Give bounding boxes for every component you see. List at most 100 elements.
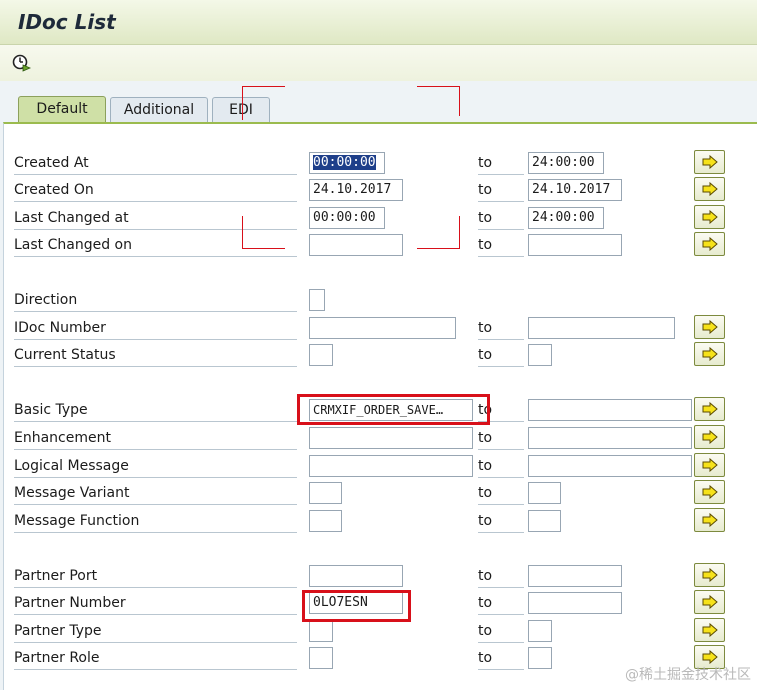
watermark: @稀土掘金技术社区 [625, 667, 751, 683]
yellow-arrow-icon [702, 430, 718, 444]
title-bar: IDoc List [0, 0, 757, 45]
to-label: to [478, 510, 524, 533]
basic-type-to-input[interactable] [528, 399, 692, 421]
yellow-arrow-icon [702, 513, 718, 527]
multiple-selection-arrow-icon[interactable] [694, 480, 725, 504]
multiple-selection-arrow-icon[interactable] [694, 508, 725, 532]
selection-bracket [242, 86, 285, 87]
partner-type-to-input[interactable] [528, 620, 552, 642]
to-label: to [478, 455, 524, 478]
to-label: to [478, 427, 524, 450]
to-label: to [478, 179, 524, 202]
application-toolbar [0, 45, 757, 81]
yellow-arrow-icon [702, 402, 718, 416]
label-direction: Direction [14, 289, 297, 312]
label-created-on: Created On [14, 179, 297, 202]
yellow-arrow-icon [702, 568, 718, 582]
multiple-selection-arrow-icon[interactable] [694, 205, 725, 229]
message-variant-from-input[interactable] [309, 482, 342, 504]
partner-type-from-input[interactable] [309, 620, 333, 642]
partner-port-to-input[interactable] [528, 565, 622, 587]
current-status-to-input[interactable] [528, 344, 552, 366]
yellow-arrow-icon [702, 155, 718, 169]
to-label: to [478, 565, 524, 588]
multiple-selection-arrow-icon[interactable] [694, 618, 725, 642]
label-partner-port: Partner Port [14, 565, 297, 588]
enhancement-to-input[interactable] [528, 427, 692, 449]
idoc-number-to-input[interactable] [528, 317, 675, 339]
multiple-selection-arrow-icon[interactable] [694, 342, 725, 366]
created-on-to-input[interactable]: 24.10.2017 [528, 179, 622, 201]
to-label: to [478, 152, 524, 175]
created-at-to-input[interactable]: 24:00:00 [528, 152, 604, 174]
created-on-from-input[interactable]: 24.10.2017 [309, 179, 403, 201]
partner-number-from-input[interactable]: 0LO7ESN [309, 592, 403, 614]
current-status-from-input[interactable] [309, 344, 333, 366]
multiple-selection-arrow-icon[interactable] [694, 453, 725, 477]
yellow-arrow-icon [702, 347, 718, 361]
direction-input[interactable] [309, 289, 325, 311]
multiple-selection-arrow-icon[interactable] [694, 425, 725, 449]
label-partner-role: Partner Role [14, 647, 297, 670]
yellow-arrow-icon [702, 458, 718, 472]
partner-role-from-input[interactable] [309, 647, 333, 669]
last-changed-at-to-input[interactable]: 24:00:00 [528, 207, 604, 229]
selection-bracket [417, 86, 460, 87]
label-logical-message: Logical Message [14, 455, 297, 478]
multiple-selection-arrow-icon[interactable] [694, 177, 725, 201]
label-message-variant: Message Variant [14, 482, 297, 505]
basic-type-from-input[interactable]: CRMXIF_ORDER_SAVE… [309, 399, 473, 421]
label-partner-type: Partner Type [14, 620, 297, 643]
to-label: to [478, 234, 524, 257]
to-label: to [478, 344, 524, 367]
multiple-selection-arrow-icon[interactable] [694, 150, 725, 174]
last-changed-on-from-input[interactable] [309, 234, 403, 256]
to-label: to [478, 399, 524, 422]
message-function-to-input[interactable] [528, 510, 561, 532]
tab-default[interactable]: Default [18, 96, 106, 124]
multiple-selection-arrow-icon[interactable] [694, 563, 725, 587]
partner-number-to-input[interactable] [528, 592, 622, 614]
created-at-from-value: 00:00:00 [313, 155, 376, 170]
label-basic-type: Basic Type [14, 399, 297, 422]
multiple-selection-arrow-icon[interactable] [694, 232, 725, 256]
partner-port-from-input[interactable] [309, 565, 403, 587]
partner-role-to-input[interactable] [528, 647, 552, 669]
label-current-status: Current Status [14, 344, 297, 367]
label-enhancement: Enhancement [14, 427, 297, 450]
tab-additional[interactable]: Additional [110, 97, 208, 123]
multiple-selection-arrow-icon[interactable] [694, 397, 725, 421]
to-label: to [478, 482, 524, 505]
label-created-at: Created At [14, 152, 297, 175]
enhancement-from-input[interactable] [309, 427, 473, 449]
yellow-arrow-icon [702, 650, 718, 664]
yellow-arrow-icon [702, 210, 718, 224]
idoc-number-from-input[interactable] [309, 317, 456, 339]
to-label: to [478, 207, 524, 230]
execute-clock-icon[interactable] [11, 53, 31, 73]
label-idoc-number: IDoc Number [14, 317, 297, 340]
message-function-from-input[interactable] [309, 510, 342, 532]
to-label: to [478, 592, 524, 615]
to-label: to [478, 647, 524, 670]
page-title: IDoc List [18, 10, 116, 34]
yellow-arrow-icon [702, 320, 718, 334]
tabstrip: Default Additional EDI [0, 96, 757, 124]
created-at-from-input[interactable]: 00:00:00 [309, 152, 385, 174]
message-variant-to-input[interactable] [528, 482, 561, 504]
label-last-changed-at: Last Changed at [14, 207, 297, 230]
multiple-selection-arrow-icon[interactable] [694, 590, 725, 614]
last-changed-at-from-input[interactable]: 00:00:00 [309, 207, 385, 229]
last-changed-on-to-input[interactable] [528, 234, 622, 256]
yellow-arrow-icon [702, 485, 718, 499]
tab-edi[interactable]: EDI [212, 97, 270, 123]
logical-message-from-input[interactable] [309, 455, 473, 477]
logical-message-to-input[interactable] [528, 455, 692, 477]
to-label: to [478, 317, 524, 340]
yellow-arrow-icon [702, 595, 718, 609]
yellow-arrow-icon [702, 237, 718, 251]
label-message-function: Message Function [14, 510, 297, 533]
to-label: to [478, 620, 524, 643]
label-last-changed-on: Last Changed on [14, 234, 297, 257]
multiple-selection-arrow-icon[interactable] [694, 315, 725, 339]
